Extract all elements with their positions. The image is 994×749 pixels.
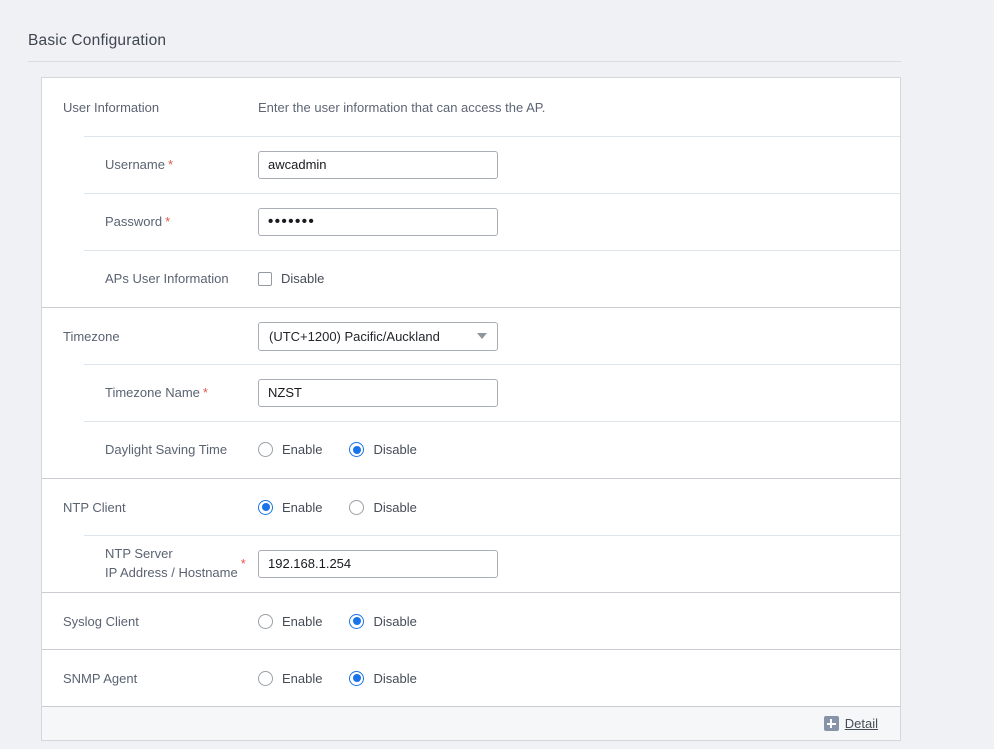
timezone-name-label: Timezone Name [105,385,200,400]
detail-link[interactable]: Detail [824,716,878,731]
basic-configuration-page: Basic Configuration User Information Ent… [0,0,994,741]
row-ntp-server: NTP Server IP Address / Hostname * [42,535,900,592]
username-required-marker: * [168,157,173,172]
radio-unselected-icon[interactable] [349,500,364,515]
aps-user-information-disable-label[interactable]: Disable [281,271,324,286]
title-divider [28,61,901,62]
ntp-server-label: NTP Server IP Address / Hostname [105,545,238,583]
daylight-saving-time-label: Daylight Saving Time [105,442,227,457]
form-footer: Detail [42,706,900,740]
row-timezone: Timezone (UTC+1200) Pacific/Auckland [42,307,900,364]
radio-unselected-icon[interactable] [258,442,273,457]
aps-user-information-disable-checkbox[interactable] [258,272,272,286]
user-information-description: Enter the user information that can acce… [258,100,545,115]
password-label: Password [105,214,162,229]
row-daylight-saving-time: Daylight Saving Time Enable Disable [42,421,900,478]
detail-link-label[interactable]: Detail [845,716,878,731]
row-password: Password * [42,193,900,250]
user-information-label: User Information [63,100,159,115]
daylight-saving-disable-option[interactable]: Disable [349,442,416,457]
username-label: Username [105,157,165,172]
snmp-agent-enable-label[interactable]: Enable [282,671,322,686]
row-snmp-agent: SNMP Agent Enable Disable [42,649,900,706]
daylight-saving-disable-label[interactable]: Disable [373,442,416,457]
ntp-server-required-marker: * [241,556,246,571]
radio-unselected-icon[interactable] [258,614,273,629]
password-input[interactable] [258,208,498,236]
syslog-client-disable-option[interactable]: Disable [349,614,416,629]
ntp-client-disable-label[interactable]: Disable [373,500,416,515]
row-timezone-name: Timezone Name * [42,364,900,421]
row-aps-user-information: APs User Information Disable [42,250,900,307]
plus-icon[interactable] [824,716,839,731]
daylight-saving-enable-label[interactable]: Enable [282,442,322,457]
timezone-name-input[interactable] [258,379,498,407]
syslog-client-enable-option[interactable]: Enable [258,614,322,629]
snmp-agent-label: SNMP Agent [63,671,137,686]
page-title: Basic Configuration [28,32,994,50]
row-username: Username * [42,136,900,193]
ntp-client-enable-label[interactable]: Enable [282,500,322,515]
row-user-information: User Information Enter the user informat… [42,78,900,136]
timezone-name-required-marker: * [203,385,208,400]
syslog-client-enable-label[interactable]: Enable [282,614,322,629]
timezone-selected-value: (UTC+1200) Pacific/Auckland [269,329,471,344]
ntp-server-input[interactable] [258,550,498,578]
chevron-down-icon [477,333,487,339]
daylight-saving-enable-option[interactable]: Enable [258,442,322,457]
ntp-client-enable-option[interactable]: Enable [258,500,322,515]
row-ntp-client: NTP Client Enable Disable [42,478,900,535]
aps-user-information-label: APs User Information [105,271,229,286]
radio-unselected-icon[interactable] [258,671,273,686]
syslog-client-label: Syslog Client [63,614,139,629]
timezone-label: Timezone [63,329,120,344]
ntp-client-label: NTP Client [63,500,126,515]
timezone-select[interactable]: (UTC+1200) Pacific/Auckland [258,322,498,351]
radio-selected-icon[interactable] [349,614,364,629]
ntp-client-disable-option[interactable]: Disable [349,500,416,515]
radio-selected-icon[interactable] [349,671,364,686]
radio-selected-icon[interactable] [349,442,364,457]
snmp-agent-disable-option[interactable]: Disable [349,671,416,686]
row-syslog-client: Syslog Client Enable Disable [42,592,900,649]
snmp-agent-enable-option[interactable]: Enable [258,671,322,686]
password-required-marker: * [165,214,170,229]
username-input[interactable] [258,151,498,179]
syslog-client-disable-label[interactable]: Disable [373,614,416,629]
basic-configuration-form: User Information Enter the user informat… [41,77,901,741]
radio-selected-icon[interactable] [258,500,273,515]
snmp-agent-disable-label[interactable]: Disable [373,671,416,686]
